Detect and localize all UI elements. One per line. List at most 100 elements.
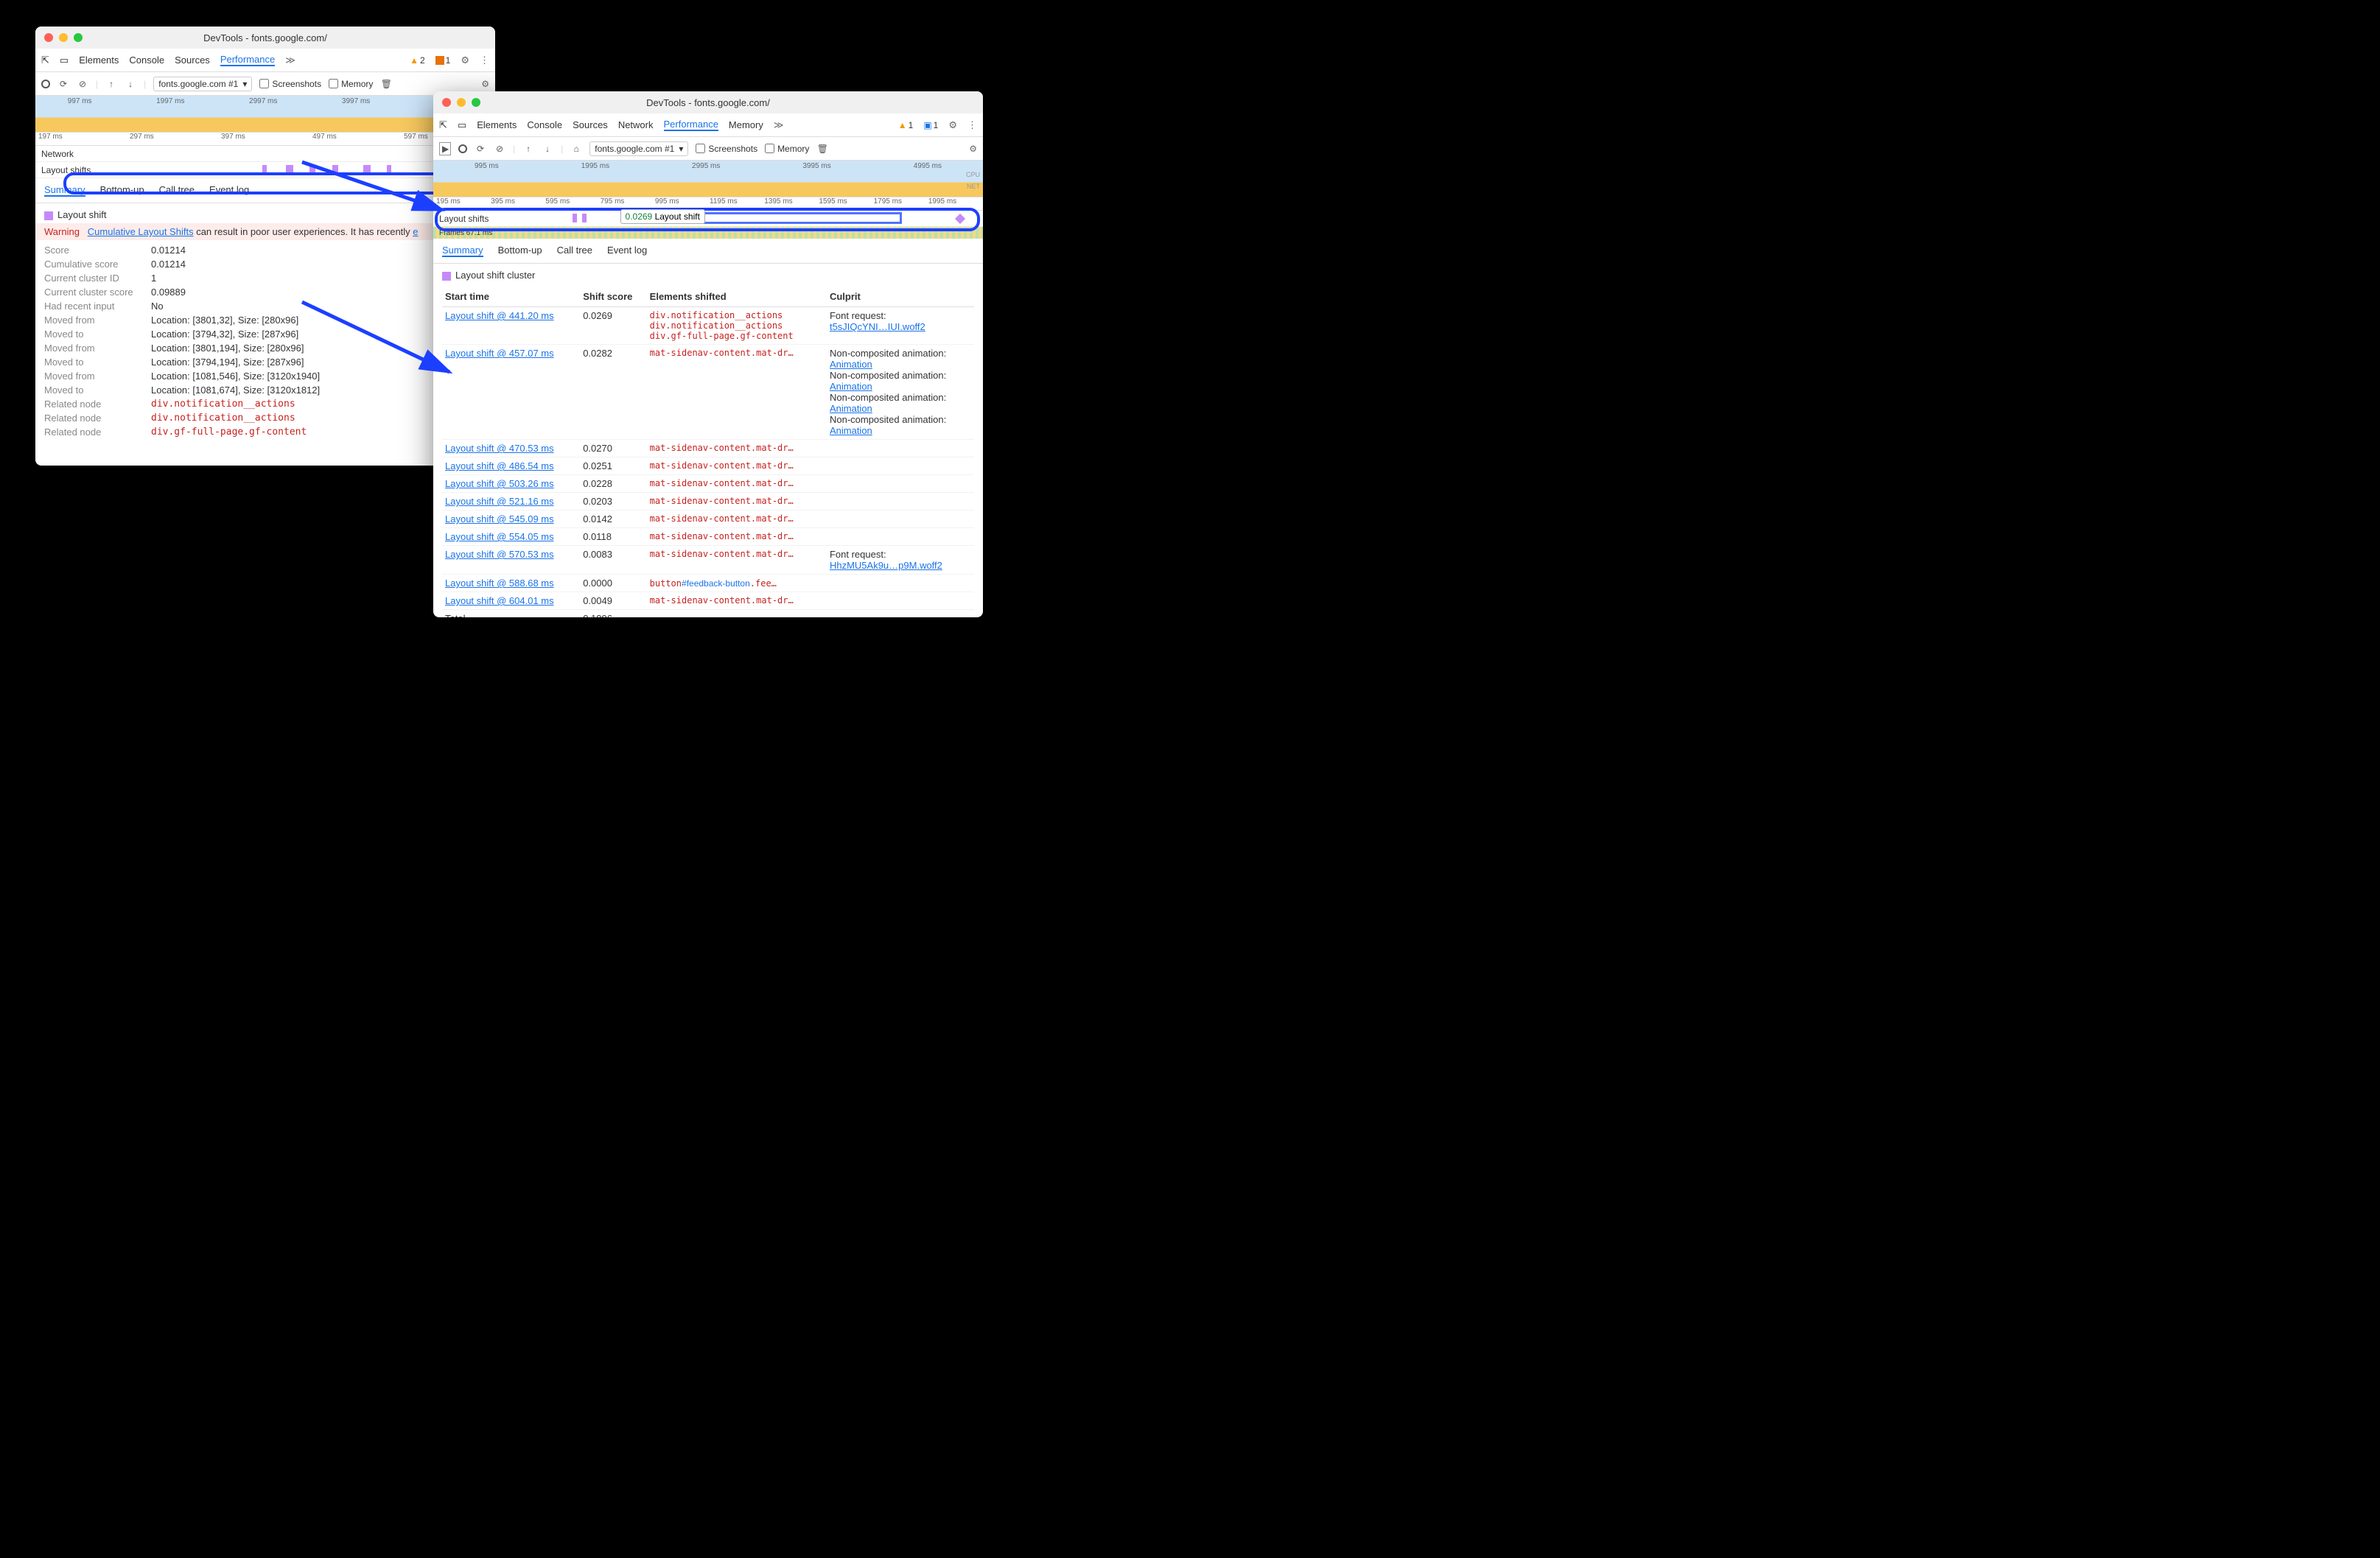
layout-shift-link[interactable]: Layout shift @ 604.01 ms [445,595,554,606]
tab-console[interactable]: Console [527,119,562,130]
clear-icon[interactable]: ⊘ [77,79,88,89]
reload-icon[interactable]: ⟳ [57,79,69,89]
cls-link[interactable]: Cumulative Layout Shifts [88,226,194,237]
menu-icon[interactable]: ⋮ [480,55,489,66]
gc-icon[interactable]: 🗑 [816,144,828,154]
more-tabs-icon[interactable]: ≫ [774,119,784,131]
record-icon[interactable] [458,144,467,153]
dom-node-link[interactable]: mat-sidenav-content.mat-dr… [650,513,824,524]
layout-shift-event[interactable] [363,165,371,174]
layout-shift-link[interactable]: Layout shift @ 457.07 ms [445,348,554,359]
inspect-icon[interactable]: ⇱ [41,55,49,66]
upload-icon[interactable]: ↑ [522,144,534,154]
tab-performance[interactable]: Performance [220,54,275,66]
culprit-link[interactable]: Animation [830,425,872,436]
dom-node-link[interactable]: div.notification__actions [650,310,824,320]
layout-shift-event[interactable] [309,165,315,174]
tab-sources[interactable]: Sources [175,55,210,66]
dom-node-link[interactable]: mat-sidenav-content.mat-dr… [650,478,824,488]
tab-console[interactable]: Console [129,55,164,66]
dom-node-link[interactable]: mat-sidenav-content.mat-dr… [650,531,824,541]
more-tabs-icon[interactable]: ≫ [285,55,295,66]
dom-node-link[interactable]: div.notification__actions [151,399,295,410]
tab-sources[interactable]: Sources [573,119,608,130]
layout-shift-event[interactable] [582,214,587,222]
screenshots-checkbox[interactable]: Screenshots [696,144,757,154]
tab-bottomup[interactable]: Bottom-up [498,245,542,257]
tab-network[interactable]: Network [618,119,654,130]
layout-shift-link[interactable]: Layout shift @ 503.26 ms [445,478,554,489]
menu-icon[interactable]: ⋮ [967,119,977,131]
gc-icon[interactable]: 🗑 [380,79,392,89]
record-icon[interactable] [41,80,50,88]
inspect-icon[interactable]: ⇱ [439,119,447,131]
dom-node-link[interactable]: mat-sidenav-content.mat-dr… [650,595,824,606]
screenshots-checkbox[interactable]: Screenshots [259,79,321,89]
layout-shift-event[interactable] [573,214,577,222]
dom-node-link[interactable]: div.gf-full-page.gf-content [650,331,824,341]
capture-settings-icon[interactable]: ⚙ [481,79,489,89]
layout-shift-link[interactable]: Layout shift @ 588.68 ms [445,578,554,589]
culprit-link[interactable]: Animation [830,403,872,414]
tab-eventlog[interactable]: Event log [209,184,249,197]
culprit-link[interactable]: t5sJIQcYNI…IUI.woff2 [830,321,925,332]
clear-icon[interactable]: ⊘ [494,144,505,154]
dom-node-link[interactable]: div.gf-full-page.gf-content [151,427,307,438]
dom-node-link[interactable]: div.notification__actions [650,320,824,331]
culprit-link[interactable]: Animation [830,359,872,370]
capture-settings-icon[interactable]: ⚙ [969,144,977,154]
layout-shift-link[interactable]: Layout shift @ 441.20 ms [445,310,554,321]
tab-memory[interactable]: Memory [729,119,763,130]
download-icon[interactable]: ↓ [125,79,136,89]
tab-calltree[interactable]: Call tree [159,184,195,197]
layout-shift-event[interactable] [387,165,391,174]
chat-badge[interactable]: ▣1 [923,120,938,130]
layout-shifts-track[interactable]: Layout shifts [35,162,495,178]
layout-shift-event[interactable] [286,165,293,174]
layout-shift-link[interactable]: Layout shift @ 521.16 ms [445,496,554,507]
dom-node-link[interactable]: mat-sidenav-content.mat-dr… [650,443,824,453]
time-ruler[interactable]: 197 ms 297 ms 397 ms 497 ms 597 ms [35,133,495,146]
recording-select[interactable]: fonts.google.com #1▾ [589,141,688,156]
tab-calltree[interactable]: Call tree [557,245,592,257]
download-icon[interactable]: ↓ [542,144,553,154]
tab-eventlog[interactable]: Event log [607,245,647,257]
timeline-overview[interactable]: 995 ms 1995 ms 2995 ms 3995 ms 4995 ms C… [433,161,983,197]
layout-shift-event[interactable] [262,165,267,174]
issues-badge[interactable]: 1 [435,55,451,66]
diamond-marker-icon[interactable] [955,214,965,224]
layout-shift-link[interactable]: Layout shift @ 470.53 ms [445,443,554,454]
dom-node-link[interactable]: mat-sidenav-content.mat-dr… [650,549,824,559]
home-icon[interactable]: ⌂ [570,144,582,154]
device-icon[interactable]: ▭ [458,119,466,131]
dom-node-link[interactable]: div.notification__actions [151,413,295,424]
timeline-overview[interactable]: 997 ms 1997 ms 2997 ms 3997 ms 4997 ms [35,96,495,133]
recording-select[interactable]: fonts.google.com #1▾ [153,77,252,91]
reload-icon[interactable]: ⟳ [475,144,486,154]
time-ruler[interactable]: 195 ms 395 ms 595 ms 795 ms 995 ms 1195 … [433,197,983,211]
memory-checkbox[interactable]: Memory [765,144,809,154]
layout-shift-link[interactable]: Layout shift @ 570.53 ms [445,549,554,560]
tab-elements[interactable]: Elements [477,119,517,130]
device-icon[interactable]: ▭ [60,55,69,66]
culprit-link[interactable]: HhzMU5Ak9u…p9M.woff2 [830,560,942,571]
tab-bottomup[interactable]: Bottom-up [100,184,144,197]
layout-shift-event[interactable] [332,165,338,174]
layout-shift-link[interactable]: Layout shift @ 545.09 ms [445,513,554,524]
warnings-badge[interactable]: ▲2 [410,55,425,66]
tab-summary[interactable]: Summary [44,184,85,197]
network-track[interactable]: Network [35,146,495,162]
layout-shift-link[interactable]: Layout shift @ 486.54 ms [445,460,554,471]
frames-track[interactable]: Frames 67.1 ms [433,227,983,239]
dom-node-link[interactable]: mat-sidenav-content.mat-dr… [650,348,824,358]
panel-toggle-icon[interactable]: ▶ [439,142,451,155]
settings-icon[interactable]: ⚙ [461,55,469,66]
tab-performance[interactable]: Performance [664,119,718,131]
layout-shift-link[interactable]: Layout shift @ 554.05 ms [445,531,554,542]
upload-icon[interactable]: ↑ [105,79,117,89]
culprit-link[interactable]: Animation [830,381,872,392]
settings-icon[interactable]: ⚙ [948,119,957,131]
dom-node-link[interactable]: mat-sidenav-content.mat-dr… [650,460,824,471]
tab-elements[interactable]: Elements [79,55,119,66]
tab-summary[interactable]: Summary [442,245,483,257]
